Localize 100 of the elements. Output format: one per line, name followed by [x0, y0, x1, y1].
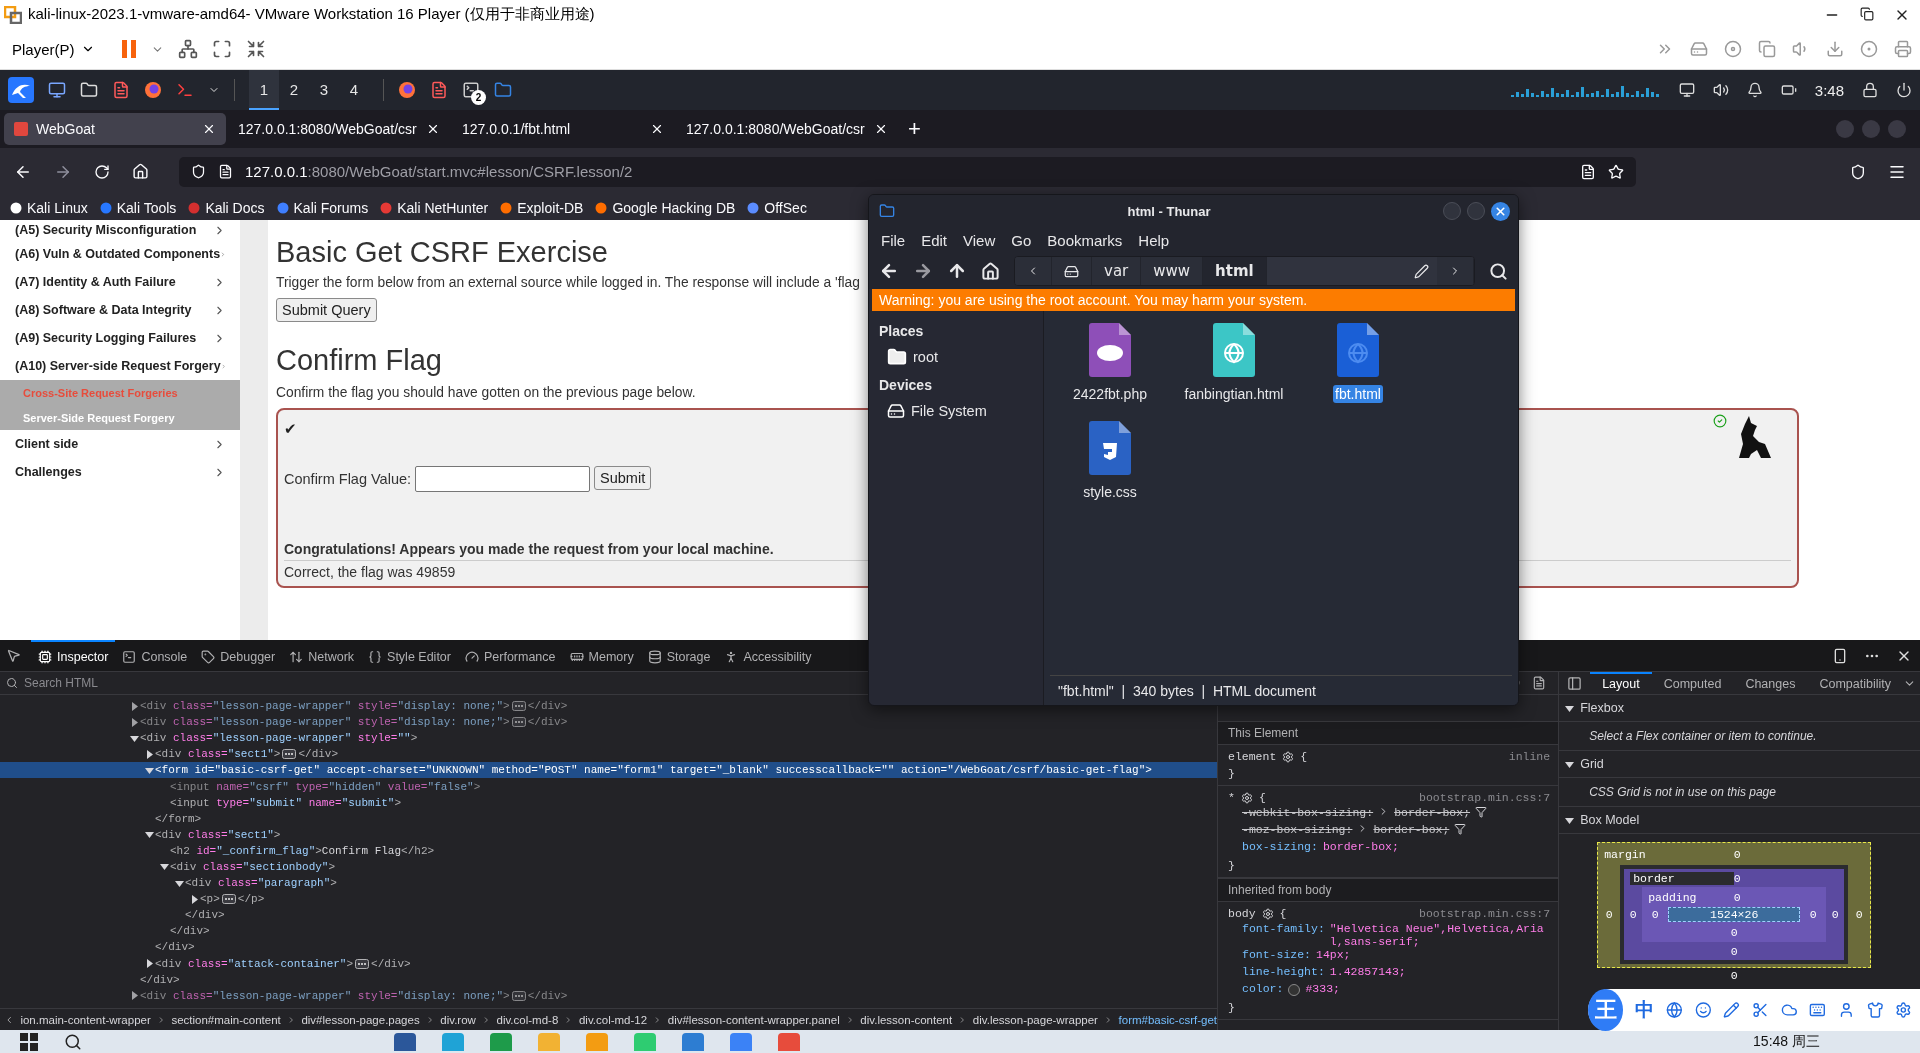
tree-row[interactable]: <div class="lesson-page-wrapper" style="display: none;"> </div>: [0, 714, 1217, 731]
globe-icon[interactable]: [1666, 1000, 1683, 1020]
workspace-button[interactable]: 3: [309, 70, 339, 110]
devtools-tab[interactable]: Memory: [562, 640, 641, 671]
ellipsis-badge-icon[interactable]: [221, 894, 236, 905]
ellipsis-badge-icon[interactable]: [355, 958, 370, 969]
breadcrumb[interactable]: div.col-md-8: [496, 1013, 559, 1026]
volume-icon[interactable]: [1712, 82, 1729, 98]
css-property[interactable]: -webkit-box-sizing:: [1242, 806, 1374, 819]
collapsed-arrow-icon[interactable]: [129, 991, 139, 1001]
workspace-button[interactable]: 4: [339, 70, 369, 110]
app-icon[interactable]: [394, 1032, 416, 1051]
battery-icon[interactable]: [1780, 82, 1797, 98]
devtools-tab[interactable]: Style Editor: [361, 640, 458, 671]
home-icon[interactable]: [981, 261, 1000, 281]
search-icon[interactable]: [64, 1032, 82, 1051]
sidebar-tab[interactable]: Computed: [1651, 672, 1734, 694]
search-icon[interactable]: [1489, 261, 1508, 281]
smile-icon[interactable]: [1694, 1000, 1712, 1020]
pause-icon[interactable]: [120, 39, 137, 59]
app-icon[interactable]: [682, 1032, 704, 1051]
tree-row[interactable]: <div class="sect1">: [0, 826, 1217, 843]
player-menu[interactable]: Player(P): [8, 38, 99, 60]
close-button[interactable]: [1491, 201, 1510, 221]
breadcrumb[interactable]: div.row: [440, 1013, 476, 1026]
tree-row[interactable]: <div class="paragraph">: [0, 875, 1217, 892]
drive-button[interactable]: [1052, 257, 1092, 285]
breadcrumb[interactable]: div#lesson-content-wrapper.panel: [667, 1013, 840, 1026]
section-header[interactable]: Flexbox: [1559, 695, 1920, 722]
reload-icon[interactable]: [94, 163, 110, 180]
restore-icon[interactable]: [1860, 6, 1874, 21]
bookmark[interactable]: Kali NetHunter: [380, 199, 489, 216]
expanded-arrow-icon[interactable]: [1565, 815, 1575, 825]
bookmark[interactable]: Kali Linux: [10, 199, 88, 216]
css-value[interactable]: "Helvetica Neue",Helvetica,Arial,sans-serif;: [1329, 922, 1551, 948]
desktop-icon[interactable]: [48, 81, 66, 99]
bookmark[interactable]: Kali Forums: [276, 199, 369, 216]
tree-row[interactable]: </div>: [0, 907, 1217, 924]
breadcrumb[interactable]: div#lesson-page.pages: [301, 1013, 420, 1026]
phone-icon[interactable]: [1832, 647, 1848, 664]
expanded-arrow-icon[interactable]: [144, 765, 154, 775]
tree-row[interactable]: <div class="attack-container"> </div>: [0, 955, 1217, 972]
clock[interactable]: 3:48: [1814, 81, 1844, 99]
tree-row[interactable]: <div class="lesson-page-wrapper" style="display: none;"> </div>: [0, 987, 1217, 1004]
close-icon[interactable]: [650, 122, 664, 136]
search-field[interactable]: Search HTML: [22, 673, 842, 693]
css-property[interactable]: font-family:: [1242, 922, 1325, 935]
app-icon[interactable]: [490, 1032, 512, 1051]
app-icon[interactable]: [730, 1032, 752, 1051]
workspace-button[interactable]: 2: [279, 70, 309, 110]
ellipsis-badge-icon[interactable]: [511, 717, 526, 728]
tree-row[interactable]: </div>: [0, 971, 1217, 988]
browser-tab[interactable]: 127.0.0.1/fbt.html: [452, 113, 674, 145]
workspace-button[interactable]: 1: [249, 70, 279, 110]
expanded-arrow-icon[interactable]: [1565, 703, 1575, 713]
pick-element-icon[interactable]: [6, 648, 21, 663]
sidebar-tab[interactable]: Layout: [1590, 672, 1652, 694]
place-item[interactable]: File System: [911, 403, 987, 419]
back-icon[interactable]: [879, 261, 899, 281]
ellipsis-badge-icon[interactable]: [511, 990, 526, 1001]
clock[interactable]: 15:48 周三: [1753, 1032, 1820, 1051]
app-icon[interactable]: [778, 1032, 800, 1051]
file-name[interactable]: fbt.html: [1333, 385, 1383, 403]
edit-icon[interactable]: [1414, 263, 1429, 279]
up-icon[interactable]: [947, 261, 967, 281]
scissors-icon[interactable]: [1752, 1000, 1769, 1020]
gear-icon[interactable]: [1261, 907, 1274, 920]
css-value[interactable]: border-box;: [1373, 823, 1450, 836]
tree-row[interactable]: <input name="csrf" type="hidden" value="false">: [0, 778, 1217, 795]
css-property[interactable]: color:: [1242, 982, 1284, 995]
expanded-arrow-icon[interactable]: [129, 733, 139, 743]
css-value[interactable]: border-box;: [1394, 806, 1471, 819]
color-swatch-icon[interactable]: [1288, 984, 1301, 996]
windows-logo-icon[interactable]: [20, 1032, 38, 1051]
tree-row[interactable]: </form>: [0, 810, 1217, 827]
tree-row[interactable]: </div>: [0, 923, 1217, 940]
css-file-icon[interactable]: [1089, 421, 1131, 475]
browser-tab[interactable]: 127.0.0.1:8080/WebGoat/csr: [676, 113, 898, 145]
breadcrumb[interactable]: ion.main-content-wrapper: [20, 1013, 151, 1026]
menu-item[interactable]: Edit: [921, 231, 948, 249]
devtools-tab[interactable]: Debugger: [194, 640, 283, 671]
source-link[interactable]: bootstrap.min.css:7: [1419, 907, 1551, 920]
tree-row[interactable]: <div class="lesson-page-wrapper" style="">: [0, 730, 1217, 747]
tree-row[interactable]: <form id="basic-csrf-get" accept-charset="UNKNOWN" method="POST" name="form1" target="_blank" successcallback="" action="/WebGoat/csrf/basic-get-flag">: [0, 762, 1217, 779]
source-link[interactable]: bootstrap.min.css:7: [1419, 791, 1551, 804]
menu-item[interactable]: Go: [1011, 231, 1032, 249]
firefox-icon[interactable]: [398, 81, 416, 99]
css-property[interactable]: box-sizing:: [1242, 840, 1318, 853]
gear-icon[interactable]: [1240, 791, 1253, 804]
section-header[interactable]: Grid: [1559, 751, 1920, 778]
new-tab-button[interactable]: +: [900, 116, 929, 142]
panel-icon[interactable]: [1567, 675, 1583, 691]
bookmark[interactable]: Kali Docs: [188, 199, 265, 216]
file-name[interactable]: 2422fbt.php: [1071, 385, 1149, 403]
close-icon[interactable]: [874, 122, 888, 136]
collapsed-arrow-icon[interactable]: [189, 894, 199, 904]
file-name[interactable]: fanbingtian.html: [1182, 385, 1286, 403]
fullscreen-icon[interactable]: [211, 39, 232, 59]
document-icon[interactable]: [430, 81, 448, 99]
close-icon[interactable]: [426, 122, 440, 136]
